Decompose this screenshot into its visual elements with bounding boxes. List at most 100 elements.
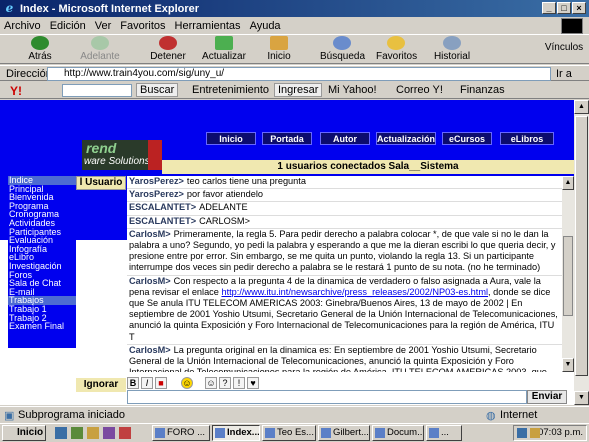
stop-icon [159, 36, 177, 50]
left-menu-item[interactable]: Examen Final [8, 322, 76, 331]
nav-elibros[interactable]: eLibros [500, 132, 554, 145]
history-icon [443, 36, 461, 50]
chat-scroll-down-icon[interactable]: ▼ [562, 358, 574, 372]
quicklaunch-icon[interactable] [71, 427, 83, 439]
emoticon-icon-4[interactable]: ♥ [247, 377, 259, 389]
tray-network-icon [517, 428, 527, 438]
task-docum[interactable]: Docum... [372, 425, 424, 441]
task-other[interactable]: ... [426, 425, 462, 441]
scroll-down-icon[interactable]: ▼ [574, 391, 589, 405]
yahoo-search-button[interactable]: Buscar [136, 83, 179, 97]
chat-text: CARLOSM> [199, 215, 250, 226]
chat-nick: ESCALANTET> [129, 202, 197, 213]
emoticon-icon-1[interactable]: ☺ [205, 377, 217, 389]
go-button[interactable]: Ir a [556, 68, 572, 80]
yahoo-search-input[interactable] [62, 84, 132, 97]
finance-link[interactable]: Finanzas [460, 84, 505, 96]
search-button[interactable]: Búsqueda [320, 36, 365, 62]
quicklaunch-folder-icon[interactable] [87, 427, 99, 439]
nav-portada[interactable]: Portada [262, 132, 312, 145]
menu-ver[interactable]: Ver [95, 20, 112, 32]
chat-link[interactable]: http://www.itu.int/newsarchive/press_rel… [221, 287, 488, 297]
italic-icon[interactable]: I [141, 377, 153, 389]
status-bar: ▣ Subprograma iniciado ◍ Internet [0, 406, 589, 423]
quicklaunch-icon-2[interactable] [103, 427, 115, 439]
chat-nick: CarlosM> [129, 275, 171, 286]
address-bar: Dirección http://www.train4you.com/sig/u… [0, 65, 589, 81]
chat-text: por favor atiendelo [186, 189, 264, 200]
page-scroll-thumb[interactable] [575, 116, 588, 376]
internet-zone-icon: ◍ [486, 410, 496, 422]
stop-button[interactable]: Detener [148, 36, 188, 62]
nav-ecursos[interactable]: eCursos [442, 132, 492, 145]
usuario-button[interactable]: l Usuario [76, 176, 126, 190]
address-input[interactable]: http://www.train4you.com/sig/uny_u/ [47, 67, 551, 81]
register-button[interactable]: Ingresar [274, 83, 323, 97]
favorites-star-icon [387, 36, 405, 50]
task-index[interactable]: Index... [212, 425, 260, 441]
taskbar: Inicio FORO ... Index... Teo Es... Gilbe… [0, 423, 589, 442]
my-yahoo-link[interactable]: Mi Yahoo! [328, 84, 377, 96]
minimize-button[interactable]: _ [542, 2, 556, 14]
chat-scroll-up-icon[interactable]: ▲ [562, 176, 574, 190]
forward-arrow-icon [91, 36, 109, 50]
chat-message: CarlosM> Primeramente, la regla 5. Para p… [127, 229, 562, 276]
smiley-icon[interactable]: ☺ [181, 377, 193, 389]
quicklaunch-icon-3[interactable] [119, 427, 131, 439]
chat-message: ESCALANTET> ADELANTE [127, 202, 562, 216]
chat-scrollbar[interactable]: ▲ ▼ [562, 176, 574, 372]
mail-link[interactable]: Correo Y! [396, 84, 443, 96]
chat-text: teo carlos tiene una pregunta [186, 176, 306, 186]
clock: 07:03 p.m. [538, 427, 583, 438]
favorites-button[interactable]: Favoritos [376, 36, 417, 62]
start-button[interactable]: Inicio [2, 425, 46, 441]
emoticon-icon-2[interactable]: ? [219, 377, 231, 389]
windows-flag-icon [561, 18, 583, 34]
chat-input[interactable] [127, 390, 527, 404]
chat-nick: YarosPerez> [129, 189, 184, 200]
status-page-icon: ▣ [4, 410, 15, 422]
task-foro[interactable]: FORO ... [152, 425, 210, 441]
menu-archivo[interactable]: Archivo [4, 20, 41, 32]
ignorar-button[interactable]: Ignorar [76, 378, 126, 392]
chat-text: Primeramente, la regla 5. Para pedir der… [129, 228, 556, 273]
left-menu: Indice Principal Bienvenida Programa Cronogr… [8, 176, 76, 348]
close-button[interactable]: × [572, 2, 586, 14]
entertainment-link[interactable]: Entretenimiento [192, 84, 269, 96]
chat-nick: CarlosM> [129, 228, 171, 239]
refresh-icon [215, 36, 233, 50]
quicklaunch-ie-icon[interactable] [55, 427, 67, 439]
title-bar: e Index - Microsoft Internet Explorer _ … [0, 0, 589, 17]
menu-edicion[interactable]: Edición [50, 20, 86, 32]
standard-toolbar: Atrás Adelante Detener Actualizar Inicio… [0, 36, 589, 64]
scroll-up-icon[interactable]: ▲ [574, 100, 589, 114]
enviar-button[interactable]: Enviar [527, 390, 567, 404]
color-icon[interactable]: ■ [155, 377, 167, 389]
nav-autor[interactable]: Autor [320, 132, 370, 145]
back-button[interactable]: Atrás [22, 36, 58, 62]
menu-herramientas[interactable]: Herramientas [175, 20, 241, 32]
links-button[interactable]: Vínculos [543, 42, 585, 53]
menu-ayuda[interactable]: Ayuda [250, 20, 281, 32]
bold-icon[interactable]: B [127, 377, 139, 389]
users-connected-bar: 1 usuarios conectados Sala__Sistema [162, 160, 574, 174]
refresh-button[interactable]: Actualizar [202, 36, 246, 62]
address-label: Dirección [6, 68, 52, 80]
nav-inicio[interactable]: Inicio [206, 132, 256, 145]
emoticon-icon-3[interactable]: ! [233, 377, 245, 389]
page-scrollbar[interactable]: ▲ ▼ [574, 100, 589, 405]
tray-volume-icon [530, 428, 540, 438]
forward-button[interactable]: Adelante [80, 36, 120, 62]
history-button[interactable]: Historial [432, 36, 472, 62]
menu-favoritos[interactable]: Favoritos [120, 20, 165, 32]
home-icon [270, 36, 288, 50]
yahoo-logo-icon: Y! [10, 84, 22, 98]
nav-actualizacion[interactable]: Actualización [376, 132, 436, 145]
search-icon [333, 36, 351, 50]
home-button[interactable]: Inicio [264, 36, 294, 62]
chat-scroll-thumb[interactable] [563, 236, 573, 316]
task-teo[interactable]: Teo Es... [262, 425, 316, 441]
chat-message: CarlosM> La pregunta original en la dinam… [127, 345, 562, 372]
task-gilbert[interactable]: Gilbert... [318, 425, 370, 441]
maximize-button[interactable]: □ [557, 2, 571, 14]
